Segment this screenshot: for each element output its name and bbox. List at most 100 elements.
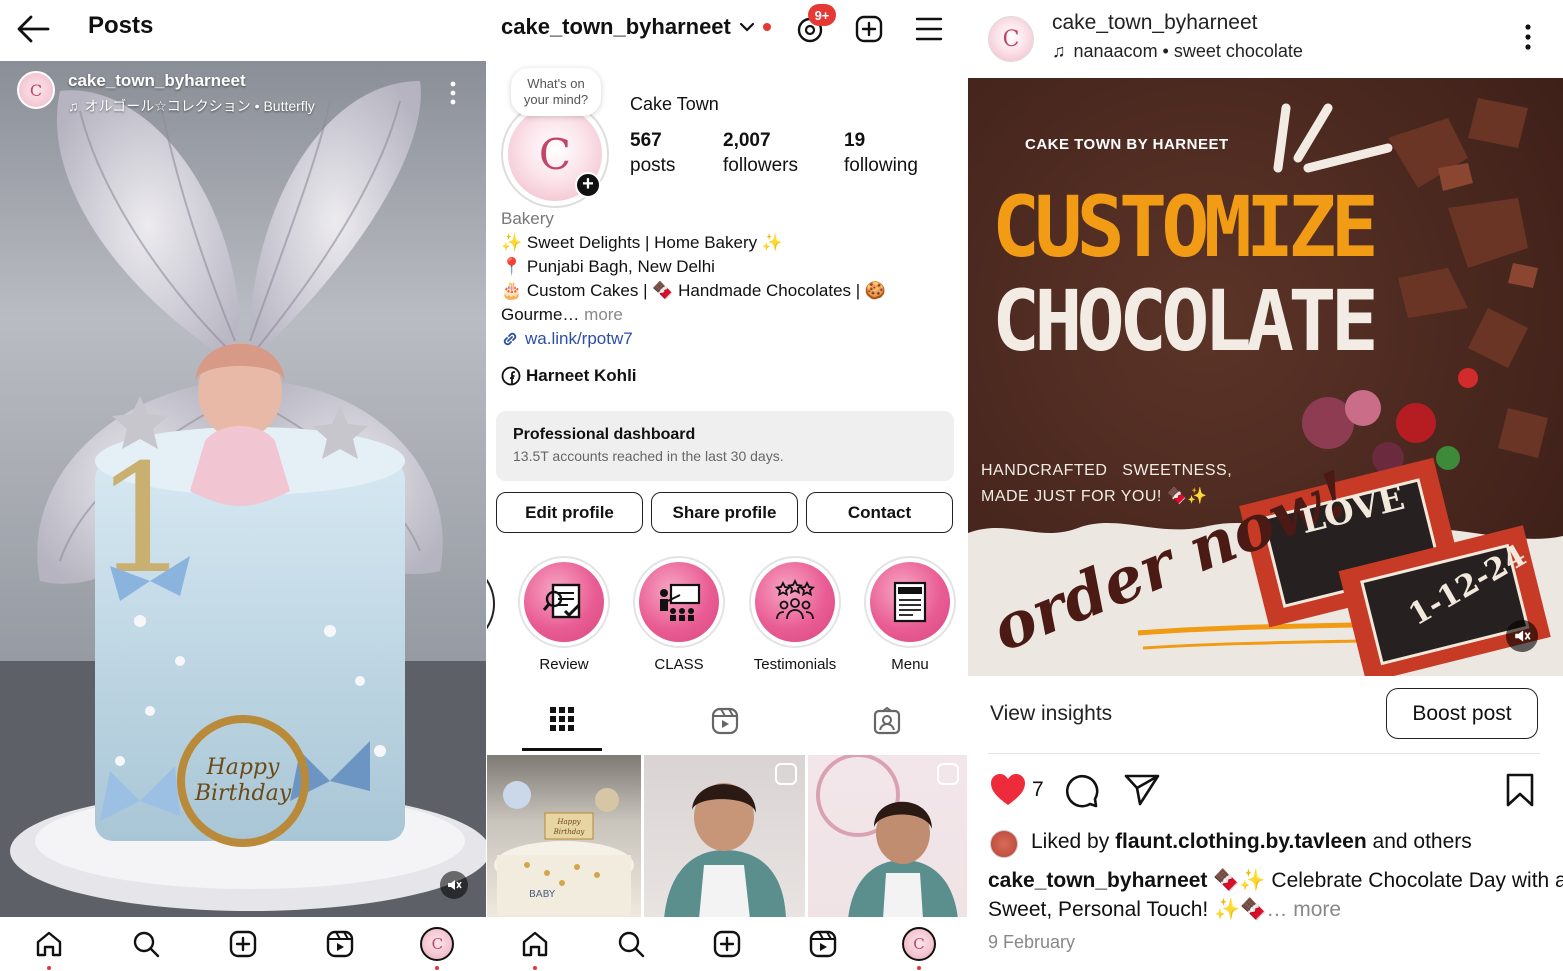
nav-search-icon[interactable] [126,924,166,964]
facebook-link[interactable]: Harneet Kohli [501,364,637,388]
poster-headline-2: CHOCOLATE [992,272,1379,370]
stat-following[interactable]: 19 following [844,128,918,178]
dashboard-subtitle: 13.5T accounts reached in the last 30 da… [513,448,784,464]
posts-panel: Posts 1 Happy Birthday C cake_town_byhar… [0,0,486,971]
heart-icon[interactable] [989,773,1027,807]
bookmark-icon[interactable] [1505,773,1535,807]
website-text: wa.link/rpotw7 [525,329,633,348]
muted-speaker-icon[interactable] [1506,620,1538,652]
stat-posts[interactable]: 567 posts [630,128,675,178]
notification-dot [533,966,537,970]
reel-badge-icon [775,763,797,785]
post-audio[interactable]: ♫ nanaacom • sweet chocolate [1052,41,1303,62]
contact-button[interactable]: Contact [806,492,953,533]
nav-reels-icon[interactable] [320,924,360,964]
nav-reels-icon[interactable] [803,924,843,964]
notification-dot [435,966,440,970]
highlight-review[interactable]: Review [518,556,610,673]
active-tab-indicator [522,748,602,751]
boost-post-button[interactable]: Boost post [1386,688,1538,739]
caption-username[interactable]: cake_town_byharneet [988,869,1207,892]
professional-dashboard[interactable]: Professional dashboard 13.5T accounts re… [496,411,954,481]
post-username[interactable]: cake_town_byharneet [1052,11,1257,35]
svg-text:Birthday: Birthday [553,828,586,836]
poster-tagline: MADE JUST FOR YOU! 🍫✨ [981,488,1208,505]
stat-label: posts [630,155,676,176]
bio-line: ✨ Sweet Delights | Home Bakery ✨ [501,233,784,252]
post-video[interactable]: 1 Happy Birthday C cake_town_byharneet ♫ … [0,61,486,917]
post-image[interactable]: CAKE TOWN BY HARNEET CUSTOMIZE CHOCOLATE… [968,78,1563,676]
grid-thumbnail[interactable] [808,755,967,919]
chevron-down-icon [739,22,754,32]
avatar[interactable]: C [17,71,55,109]
classroom-icon [639,562,719,642]
liked-by-text[interactable]: Liked by flaunt.clothing.by.tavleen and … [1031,830,1472,854]
poster-brand: CAKE TOWN BY HARNEET [1025,136,1229,153]
notification-dot [46,966,51,970]
note-bubble[interactable]: What's on your mind? [511,68,601,116]
liked-by-user[interactable]: flaunt.clothing.by.tavleen [1115,830,1367,853]
highlight-label: Review [539,656,589,673]
stat-value: 19 [844,130,866,151]
grid-thumbnail[interactable]: Happy Birthday BABY [487,755,641,919]
poster-tagline: HANDCRAFTED SWEETNESS, [981,462,1233,479]
avatar[interactable]: C [988,16,1034,62]
caption-more-link[interactable]: … more [1266,898,1341,921]
post-audio[interactable]: ♫ オルゴール☆コレクション • Butterfly [68,96,315,116]
hamburger-menu-icon[interactable] [915,16,943,42]
create-post-icon[interactable] [854,14,884,44]
grid-thumbnail[interactable] [644,755,805,919]
nav-home-icon[interactable] [515,924,555,970]
bio-line-truncated: Gourme… more [501,303,623,327]
audio-label: オルゴール☆コレクション • Butterfly [84,98,315,114]
share-icon[interactable] [1124,773,1160,807]
nav-profile-avatar[interactable]: C [417,924,457,970]
caption: cake_town_byharneet 🍫✨ Celebrate Chocola… [988,866,1563,924]
threads-icon[interactable]: 9+ [795,4,836,44]
nav-create-icon[interactable] [223,924,263,964]
nav-search-icon[interactable] [611,924,651,964]
edit-profile-button[interactable]: Edit profile [496,492,643,533]
view-insights-link[interactable]: View insights [990,702,1112,726]
add-story-icon[interactable]: + [575,172,601,198]
highlight-label: Menu [891,656,929,673]
dashboard-title: Professional dashboard [513,426,696,443]
more-options-icon[interactable] [450,81,456,105]
review-document-icon [524,562,604,642]
cake-thumbnail-image: Happy Birthday BABY [494,781,634,915]
muted-speaker-icon[interactable] [440,871,468,899]
arrow-left-icon[interactable] [16,14,50,44]
tab-tagged-icon[interactable] [872,706,902,736]
caption-text: Sweet, Personal Touch! ✨🍫 [988,898,1267,921]
nav-home-icon[interactable] [29,924,69,970]
nav-create-icon[interactable] [707,924,747,964]
profile-name: Cake Town [630,94,719,114]
stat-followers[interactable]: 2,007 followers [723,128,798,178]
music-note-icon: ♫ [68,98,79,114]
like-count[interactable]: 7 [1032,778,1044,802]
tab-reels-icon[interactable] [710,706,740,736]
tab-grid-icon[interactable] [549,706,575,732]
bio-website-link[interactable]: wa.link/rpotw7 [501,327,633,351]
highlight-testimonials[interactable]: Testimonials [749,556,841,673]
poster-headline-1: CUSTOMIZE [992,178,1379,276]
divider [988,753,1540,754]
nav-profile-avatar[interactable]: C [899,924,939,970]
comment-icon[interactable] [1064,773,1100,809]
link-icon [503,332,517,346]
highlight-menu[interactable]: Menu [864,556,956,673]
highlight-partial[interactable] [487,560,495,648]
share-profile-button[interactable]: Share profile [651,492,798,533]
more-options-icon[interactable] [1525,24,1531,50]
account-switcher[interactable]: cake_town_byharneet [501,14,771,40]
audio-label: nanaacom • sweet chocolate [1073,41,1303,61]
avatar: C [420,927,455,961]
bio-more-link[interactable]: more [584,305,623,324]
liker-avatar[interactable] [990,830,1018,858]
bio-line: 🎂 Custom Cakes | 🍫 Handmade Chocolates |… [501,281,887,300]
page-title: Posts [88,12,154,39]
svg-text:Happy: Happy [556,818,581,826]
highlight-class[interactable]: CLASS [633,556,725,673]
post-username[interactable]: cake_town_byharneet [68,71,246,91]
bottom-nav: C [0,917,486,971]
